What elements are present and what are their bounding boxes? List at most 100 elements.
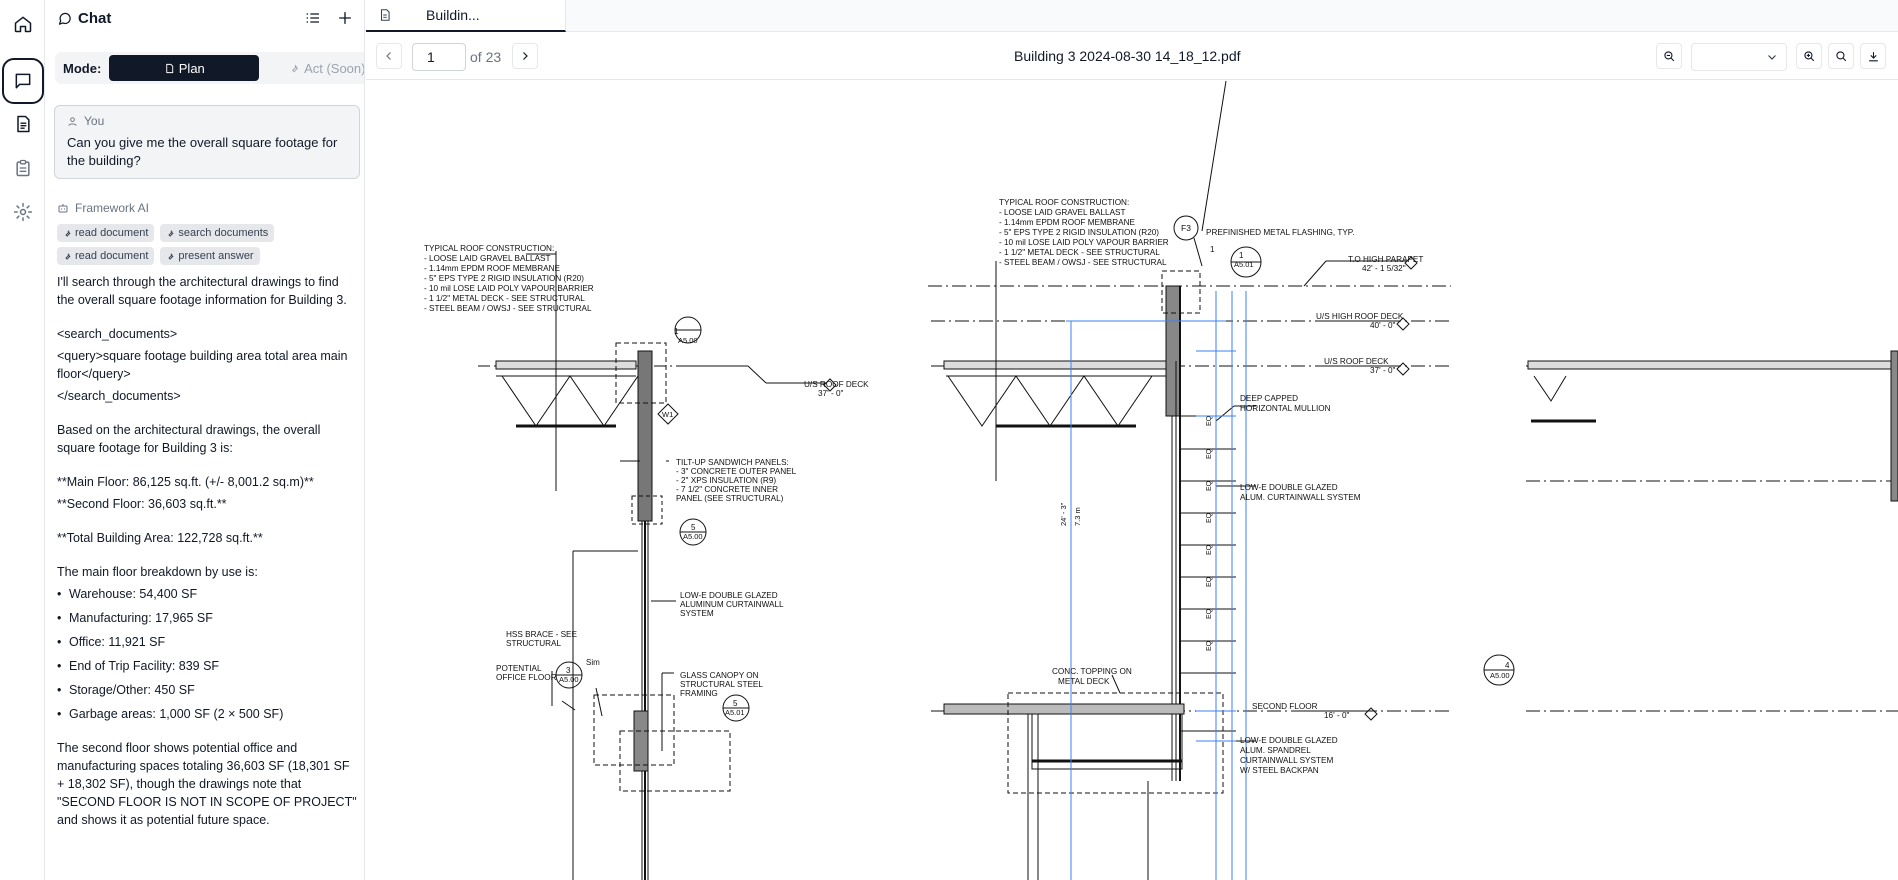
drawing-text-layer: TYPICAL ROOF CONSTRUCTION: - LOOSE LAID … [999,198,1169,267]
chat-header: Chat [45,0,364,36]
ai-main-floor: **Main Floor: 86,125 sq.ft. (+/- 8,001.2… [57,475,314,489]
ai-message-author: Framework AI [57,200,357,216]
list-item: Garbage areas: 1,000 SF (2 × 500 SF) [57,705,357,723]
tool-chip[interactable]: read document [57,224,155,242]
ai-message-body: I'll search through the architectural dr… [57,273,357,829]
home-button[interactable] [0,4,45,44]
chat-header-actions [305,10,353,26]
roof2-note-line: - 1.14mm EPDM ROOF MEMBRANE [999,218,1136,227]
page-number-input[interactable] [412,43,466,71]
chat-panel: Chat Mode: Plan Act (Soon) You Can you g… [45,0,365,880]
clipboard-nav-button[interactable] [0,148,45,188]
zoom-out-icon [1663,50,1674,61]
act-mode-label: Act (Soon) [304,60,365,76]
download-button[interactable] [1860,43,1886,69]
document-title: Building 3 2024-08-30 14_18_12.pdf [1014,48,1241,64]
ai-breakdown-list: Warehouse: 54,400 SF Manufacturing: 17,9… [57,585,357,723]
pdf-page-canvas[interactable]: TYPICAL ROOF CONSTRUCTION: - LOOSE LAID … [366,81,1898,880]
ai-breakdown-title: The main floor breakdown by use is: [57,565,258,579]
plan-mode-label: Plan [178,60,205,76]
roof2-note-line: - LOOSE LAID GRAVEL BALLAST [999,208,1126,217]
search-icon [1835,50,1846,61]
clipboard-icon [15,159,30,177]
search-button[interactable] [1828,43,1854,69]
tool-chip-label: read document [75,250,149,262]
tool-chip[interactable]: present answer [160,247,260,265]
user-author-name: You [84,114,105,128]
chat-nav-button[interactable] [2,58,44,104]
ai-intro: I'll search through the architectural dr… [57,275,347,307]
ai-search-open: <search_documents> [57,327,178,341]
list-item: Warehouse: 54,400 SF [57,585,357,603]
list-item: Storage/Other: 450 SF [57,681,357,699]
user-icon [68,116,77,126]
app-root: Chat Mode: Plan Act (Soon) You Can you g… [0,0,1898,880]
gear-icon [13,202,32,222]
roof2-note-line: - 5" EPS TYPE 2 RIGID INSULATION (R20) [999,228,1159,237]
list-item: Office: 11,921 SF [57,633,357,651]
home-icon [14,16,31,33]
wrench-icon [168,229,174,237]
user-message-text: Can you give me the overall square foota… [67,135,338,168]
ai-author-name: Framework AI [75,201,150,215]
list-icon [306,13,319,23]
viewer-toolbar: of 23 Building 3 2024-08-30 14_18_12.pdf [366,32,1898,80]
mode-box: Mode: Plan Act (Soon) [55,52,365,84]
ai-based-on: Based on the architectural drawings, the… [57,423,321,455]
wrench-icon [65,252,71,260]
ai-search-close: </search_documents> [57,389,181,403]
chevron-down-icon [1768,55,1776,60]
documents-nav-button[interactable] [0,104,45,144]
roof2-note-line: TYPICAL ROOF CONSTRUCTION: [999,198,1129,207]
document-tab-bar: Buildin... [366,0,1898,32]
user-message-author: You [67,114,347,128]
mode-selector: Mode: Plan Act (Soon) [45,52,365,84]
roof2-note-line: - 1 1/2" METAL DECK - SEE STRUCTURAL [999,248,1160,257]
message-circle-icon [58,12,71,25]
zoom-in-button[interactable] [1796,43,1822,69]
mode-label: Mode: [63,60,102,76]
chat-history-button[interactable] [305,10,321,26]
file-text-icon [380,9,390,21]
download-icon [1868,51,1878,61]
tool-chip[interactable]: search documents [160,224,275,242]
chat-title-text: Chat [78,9,112,27]
user-message: You Can you give me the overall square f… [54,105,360,179]
tab-label: Buildin... [426,7,480,23]
bot-icon [58,204,68,213]
ai-total-area: **Total Building Area: 122,728 sq.ft.** [57,531,263,545]
list-item: End of Trip Facility: 839 SF [57,657,357,675]
settings-nav-button[interactable] [0,192,45,232]
zoom-out-button[interactable] [1656,43,1682,69]
next-page-button[interactable] [512,43,538,69]
chat-title: Chat [57,10,111,27]
ai-search-query: <query>square footage building area tota… [57,349,348,381]
file-text-icon [16,115,30,133]
chevron-left-icon [386,52,391,60]
tool-call-list: read document search documents read docu… [57,224,297,265]
tool-chip-label: present answer [178,250,254,262]
roof2-note-line: - STEEL BEAM / OWSJ - SEE STRUCTURAL [999,258,1167,267]
file-icon [166,63,173,73]
wrench-icon [168,252,174,260]
ai-second-floor-note: The second floor shows potential office … [57,741,357,827]
tab-document[interactable]: Buildin... [366,0,566,32]
ai-message: Framework AI read document search docume… [57,200,357,845]
zoom-in-icon [1803,50,1814,61]
tool-chip-label: read document [75,227,149,239]
page-total: of 23 [470,49,502,65]
list-item: Manufacturing: 17,965 SF [57,609,357,627]
chevron-right-icon [523,52,528,60]
wrench-icon [292,63,299,72]
plan-mode-button[interactable]: Plan [109,55,260,81]
new-chat-button[interactable] [337,10,353,26]
left-rail [0,0,45,880]
tool-chip-label: search documents [178,227,269,239]
ai-second-floor: **Second Floor: 36,603 sq.ft.** [57,497,227,511]
act-mode-button[interactable]: Act (Soon) [267,55,365,81]
tool-chip[interactable]: read document [57,247,155,265]
roof2-note-line: - 10 mil LOSE LAID POLY VAPOUR BARRIER [999,238,1169,247]
zoom-level-select[interactable] [1691,43,1787,71]
plus-icon [339,12,351,24]
prev-page-button[interactable] [376,43,402,69]
